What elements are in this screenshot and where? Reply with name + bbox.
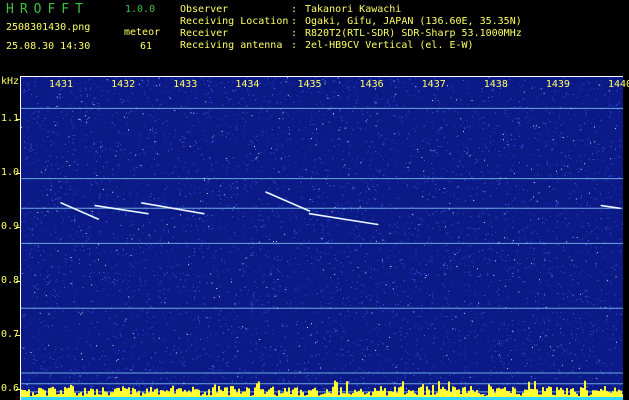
x-tick-label: 1439 <box>545 79 570 90</box>
x-tick-label: 1440 <box>608 79 629 90</box>
observer-key: Observer <box>180 4 229 15</box>
app-title: HROFFT <box>6 2 89 17</box>
location-colon: : <box>291 16 298 27</box>
meteor-label: meteor <box>124 27 161 38</box>
receiver-key: Receiver <box>180 28 229 39</box>
meteor-count: 61 <box>140 41 153 52</box>
y-tick-mark <box>16 281 20 283</box>
antenna-colon: : <box>291 40 298 51</box>
y-tick-mark <box>16 173 20 175</box>
app-version: 1.0.0 <box>125 4 156 15</box>
x-tick-label: 1432 <box>111 79 136 90</box>
x-tick-label: 1435 <box>297 79 322 90</box>
left-axis-line <box>20 76 21 400</box>
receiver-value: R820T2(RTL-SDR) SDR-Sharp 53.1000MHz <box>305 28 522 39</box>
antenna-value: 2el-HB9CV Vertical (el. E-W) <box>305 40 474 51</box>
top-axis-line <box>20 76 623 77</box>
timestamp: 25.08.30 14:30 <box>6 41 91 52</box>
x-tick-label: 1436 <box>359 79 384 90</box>
spectrogram-plot <box>20 76 623 400</box>
meteor-trace <box>94 204 149 215</box>
noise-speckle <box>20 76 623 400</box>
x-tick-label: 1433 <box>173 79 198 90</box>
y-tick-mark <box>16 389 20 391</box>
y-tick-mark <box>16 119 20 121</box>
filename: 2508301430.png <box>6 22 91 33</box>
receiver-colon: : <box>291 28 298 39</box>
observer-value: Takanori Kawachi <box>305 4 402 15</box>
y-tick-mark <box>16 227 20 229</box>
location-value: Ogaki, Gifu, JAPAN (136.60E, 35.35N) <box>305 16 522 27</box>
antenna-key: Receiving antenna <box>180 40 283 51</box>
observer-colon: : <box>291 4 298 15</box>
x-tick-label: 1434 <box>235 79 260 90</box>
y-axis-unit: kHz <box>1 76 20 87</box>
x-tick-label: 1437 <box>421 79 446 90</box>
x-tick-label: 1438 <box>483 79 508 90</box>
location-key: Receiving Location <box>180 16 289 27</box>
y-tick-mark <box>16 335 20 337</box>
x-tick-label: 1431 <box>49 79 74 90</box>
spectrogram-canvas <box>20 76 623 400</box>
